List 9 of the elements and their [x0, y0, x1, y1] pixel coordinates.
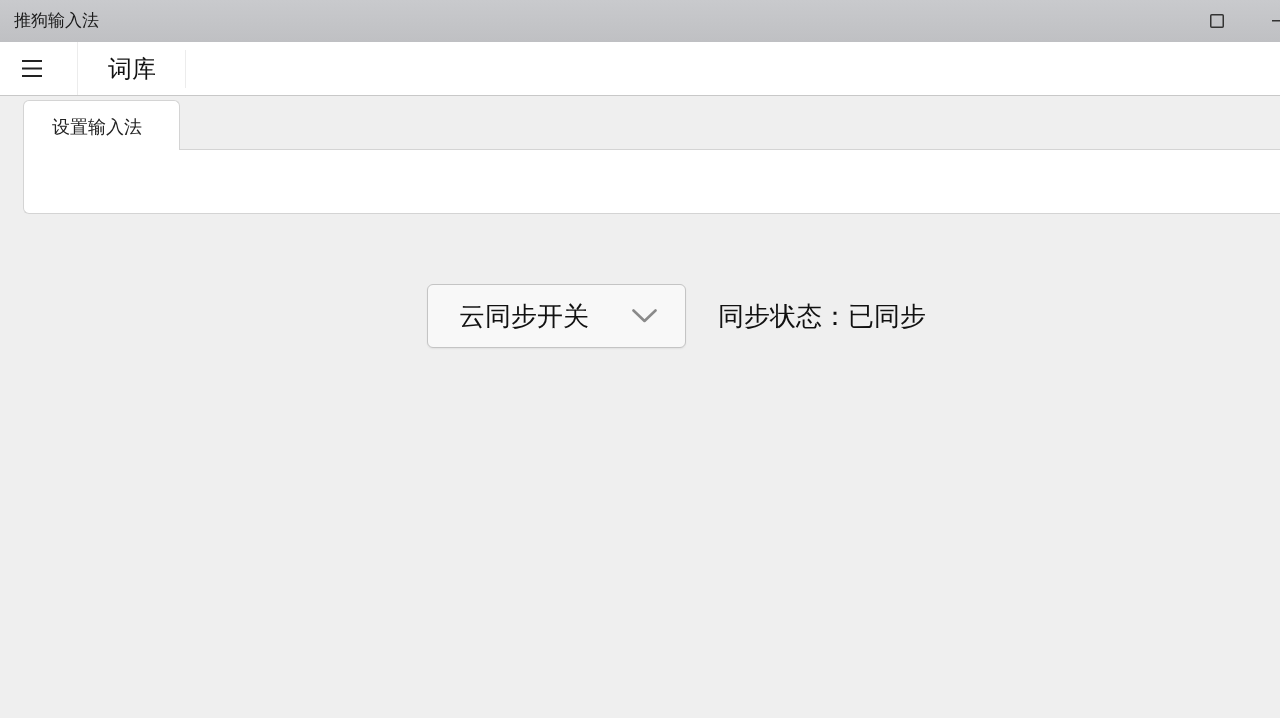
page-title: 词库	[107, 53, 156, 85]
minimize-icon[interactable]	[1272, 20, 1280, 22]
maximize-icon	[1210, 14, 1224, 28]
window-title: 推狗输入法	[14, 9, 99, 33]
chevron-down-icon	[632, 309, 657, 323]
sync-status: 同步状态：已同步	[718, 299, 926, 333]
menu-icon	[22, 60, 42, 77]
tab[interactable]: 设置输入法	[23, 100, 180, 150]
sync-dropdown[interactable]: 云同步开关	[427, 284, 686, 348]
